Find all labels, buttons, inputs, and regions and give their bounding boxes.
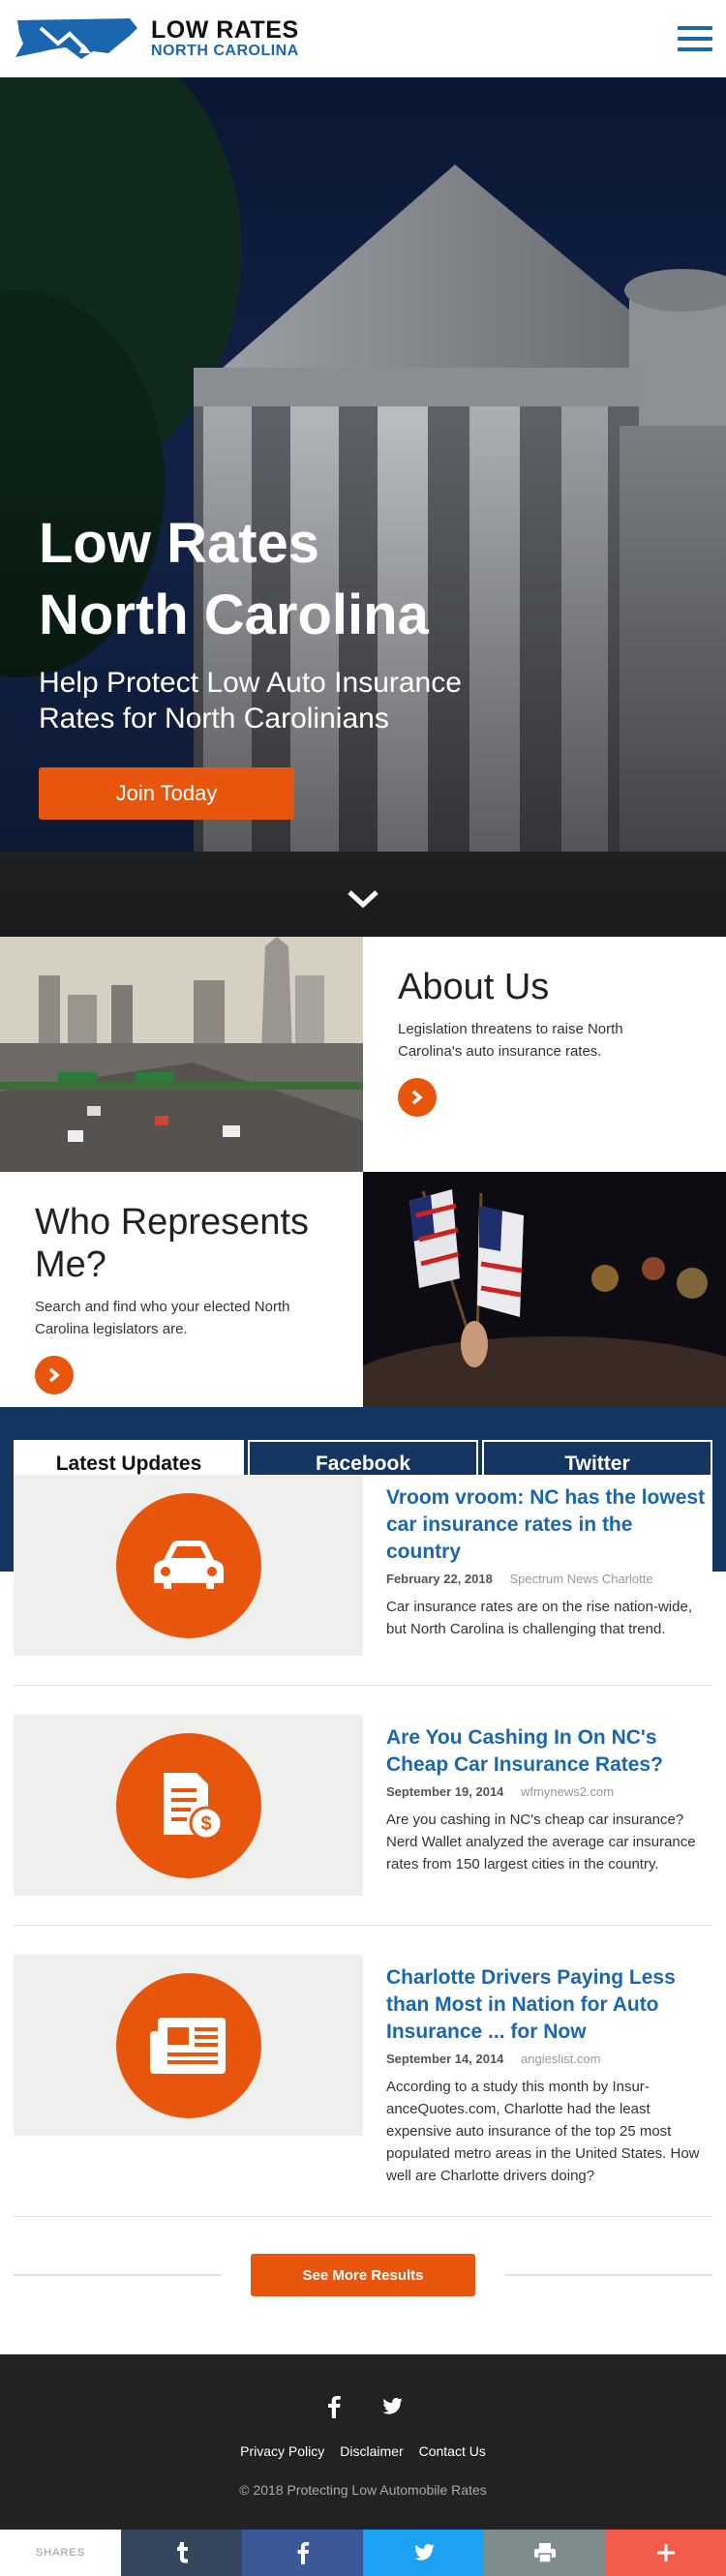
divider xyxy=(504,2274,712,2276)
hero-section: Low Rates North Carolina Help Protect Lo… xyxy=(0,77,726,937)
shares-label: SHARES xyxy=(0,2530,121,2576)
news-title[interactable]: Are You Cashing In On NC's Cheap Car Ins… xyxy=(386,1724,712,1779)
chevron-down-icon[interactable] xyxy=(347,888,379,910)
newspaper-icon xyxy=(149,2017,226,2074)
news-thumb[interactable] xyxy=(14,1955,363,2136)
news-list: Vroom vroom: NC has the lowest car insur… xyxy=(0,1475,726,2217)
hero-title: Low Rates North Carolina xyxy=(39,512,429,646)
more-share-button[interactable] xyxy=(605,2530,726,2576)
news-item: Charlotte Drivers Paying Less than Most … xyxy=(14,1955,712,2217)
facebook-icon[interactable] xyxy=(322,2395,346,2418)
news-title[interactable]: Vroom vroom: NC has the lowest car insur… xyxy=(386,1484,712,1566)
twitter-share-button[interactable] xyxy=(363,2530,484,2576)
print-share-button[interactable] xyxy=(484,2530,605,2576)
print-icon xyxy=(533,2543,556,2562)
disclaimer-link[interactable]: Disclaimer xyxy=(340,2443,403,2459)
logo-line1: LOW RATES xyxy=(151,15,299,44)
facebook-share-button[interactable] xyxy=(242,2530,363,2576)
news-source: angieslist.com xyxy=(521,2052,601,2066)
site-header: LOW RATES NORTH CAROLINA xyxy=(0,0,726,77)
site-logo[interactable]: LOW RATES NORTH CAROLINA xyxy=(14,15,299,63)
news-item: Vroom vroom: NC has the lowest car insur… xyxy=(14,1475,712,1686)
news-source: wfmynews2.com xyxy=(521,1784,615,1799)
news-thumb[interactable]: $ xyxy=(14,1715,363,1896)
represents-tile: Who Represents Me? Search and find who y… xyxy=(0,1172,726,1407)
news-title[interactable]: Charlotte Drivers Paying Less than Most … xyxy=(386,1964,712,2046)
news-source: Spectrum News Charlotte xyxy=(509,1572,653,1586)
nc-state-logo-icon xyxy=(15,17,137,59)
american-flags-image xyxy=(363,1172,726,1407)
news-meta: September 14, 2014 angieslist.com xyxy=(386,2052,712,2066)
tumblr-icon xyxy=(176,2542,188,2563)
svg-text:$: $ xyxy=(200,1813,211,1835)
contact-us-link[interactable]: Contact Us xyxy=(419,2443,486,2459)
about-tile: About Us Legislation threatens to raise … xyxy=(0,937,726,1172)
represents-text: Who Represents Me? Search and find who y… xyxy=(0,1172,363,1407)
privacy-policy-link[interactable]: Privacy Policy xyxy=(240,2443,324,2459)
tumblr-share-button[interactable] xyxy=(121,2530,242,2576)
news-desc: According to a study this month by Insur… xyxy=(386,2079,700,2184)
represents-desc: Search and find who your elected North C… xyxy=(35,1299,290,1337)
hero-subtitle: Help Protect Low Auto Insurance Rates fo… xyxy=(39,667,462,734)
site-footer: Privacy Policy Disclaimer Contact Us © 2… xyxy=(0,2354,726,2550)
facebook-icon xyxy=(297,2542,309,2564)
twitter-icon[interactable] xyxy=(380,2395,404,2418)
news-date: February 22, 2018 xyxy=(386,1572,493,1586)
see-more-button[interactable]: See More Results xyxy=(251,2254,475,2296)
news-desc: Are you cashing in NC's cheap car insura… xyxy=(386,1812,696,1872)
join-today-button[interactable]: Join Today xyxy=(39,767,294,820)
copyright: © 2018 Protecting Low Automobile Rates xyxy=(239,2482,487,2498)
news-desc: Car insurance rates are on the rise nati… xyxy=(386,1599,692,1637)
news-meta: September 19, 2014 wfmynews2.com xyxy=(386,1784,712,1799)
footer-links: Privacy Policy Disclaimer Contact Us xyxy=(0,2443,726,2459)
hamburger-icon[interactable] xyxy=(678,25,712,51)
hero-content: Low Rates North Carolina Help Protect Lo… xyxy=(39,508,620,820)
chevron-right-icon xyxy=(48,1367,60,1383)
plus-icon xyxy=(656,2544,675,2561)
logo-line2: NORTH CAROLINA xyxy=(151,42,299,59)
represents-arrow-button[interactable] xyxy=(35,1356,74,1394)
charlotte-skyline-image xyxy=(0,937,363,1172)
chevron-right-icon xyxy=(411,1090,423,1105)
about-title: About Us xyxy=(398,967,550,1007)
news-date: September 19, 2014 xyxy=(386,1784,504,1799)
news-date: September 14, 2014 xyxy=(386,2052,504,2066)
about-text: About Us Legislation threatens to raise … xyxy=(363,937,726,1172)
represents-title: Who Represents Me? xyxy=(35,1202,310,1285)
about-desc: Legislation threatens to raise North Car… xyxy=(398,1021,623,1060)
share-bar: SHARES xyxy=(0,2530,726,2576)
twitter-icon xyxy=(413,2543,435,2561)
document-dollar-icon: $ xyxy=(163,1772,223,1840)
car-icon xyxy=(153,1540,224,1589)
divider xyxy=(14,2274,222,2276)
see-more-row: See More Results xyxy=(0,2246,726,2354)
news-item: $ Are You Cashing In On NC's Cheap Car I… xyxy=(14,1715,712,1926)
news-thumb[interactable] xyxy=(14,1475,363,1656)
about-arrow-button[interactable] xyxy=(398,1078,437,1117)
news-meta: February 22, 2018 Spectrum News Charlott… xyxy=(386,1572,712,1586)
footer-social xyxy=(0,2395,726,2418)
